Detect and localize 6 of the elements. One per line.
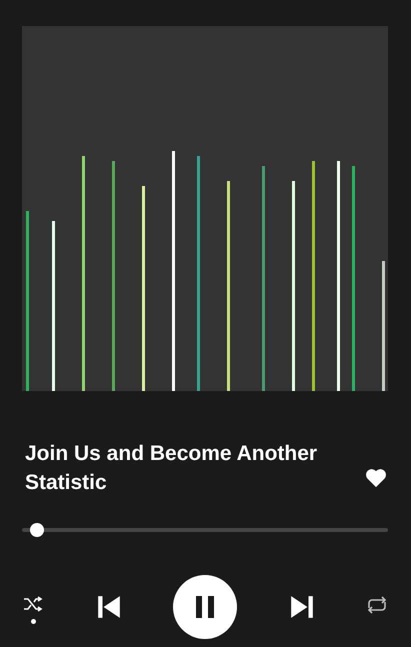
- pause-icon: [193, 595, 217, 619]
- track-title: Join Us and Become Another Statistic: [25, 441, 318, 496]
- previous-icon[interactable]: [96, 594, 122, 620]
- progress-slider[interactable]: [22, 523, 388, 537]
- heart-icon[interactable]: [365, 468, 387, 488]
- next-icon[interactable]: [288, 594, 314, 620]
